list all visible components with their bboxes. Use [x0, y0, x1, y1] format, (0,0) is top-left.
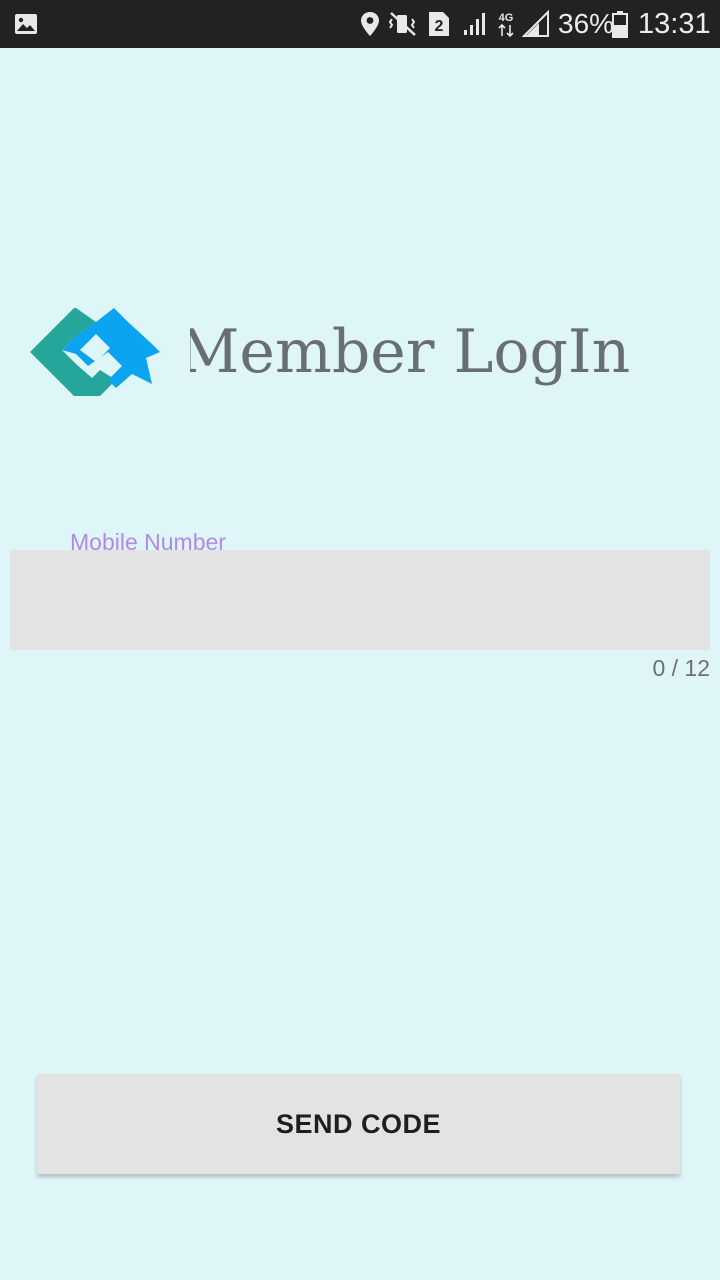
page-title-text: Member LogIn: [190, 317, 631, 387]
sim-2-icon: 2: [428, 0, 450, 48]
send-code-button[interactable]: SEND CODE: [37, 1074, 680, 1174]
location-icon: [360, 0, 380, 48]
network-4g-icon: 4G: [494, 0, 518, 48]
app-logo-icon: [28, 304, 164, 400]
mobile-number-input[interactable]: [10, 550, 710, 650]
battery-percentage: 36%: [558, 8, 615, 39]
status-bar: 2 4G 36% 13:31: [0, 0, 720, 48]
signal-icon: [522, 0, 550, 48]
svg-text:4G: 4G: [499, 12, 514, 24]
gallery-icon: [14, 0, 38, 48]
clock: 13:31: [638, 7, 711, 40]
svg-text:2: 2: [435, 18, 444, 35]
character-counter: 0 / 12: [652, 655, 710, 681]
vibrate-mute-icon: [388, 0, 418, 48]
battery-icon: [612, 0, 628, 48]
signal-icon: [462, 0, 488, 48]
page-title: Member LogIn: [190, 312, 710, 392]
